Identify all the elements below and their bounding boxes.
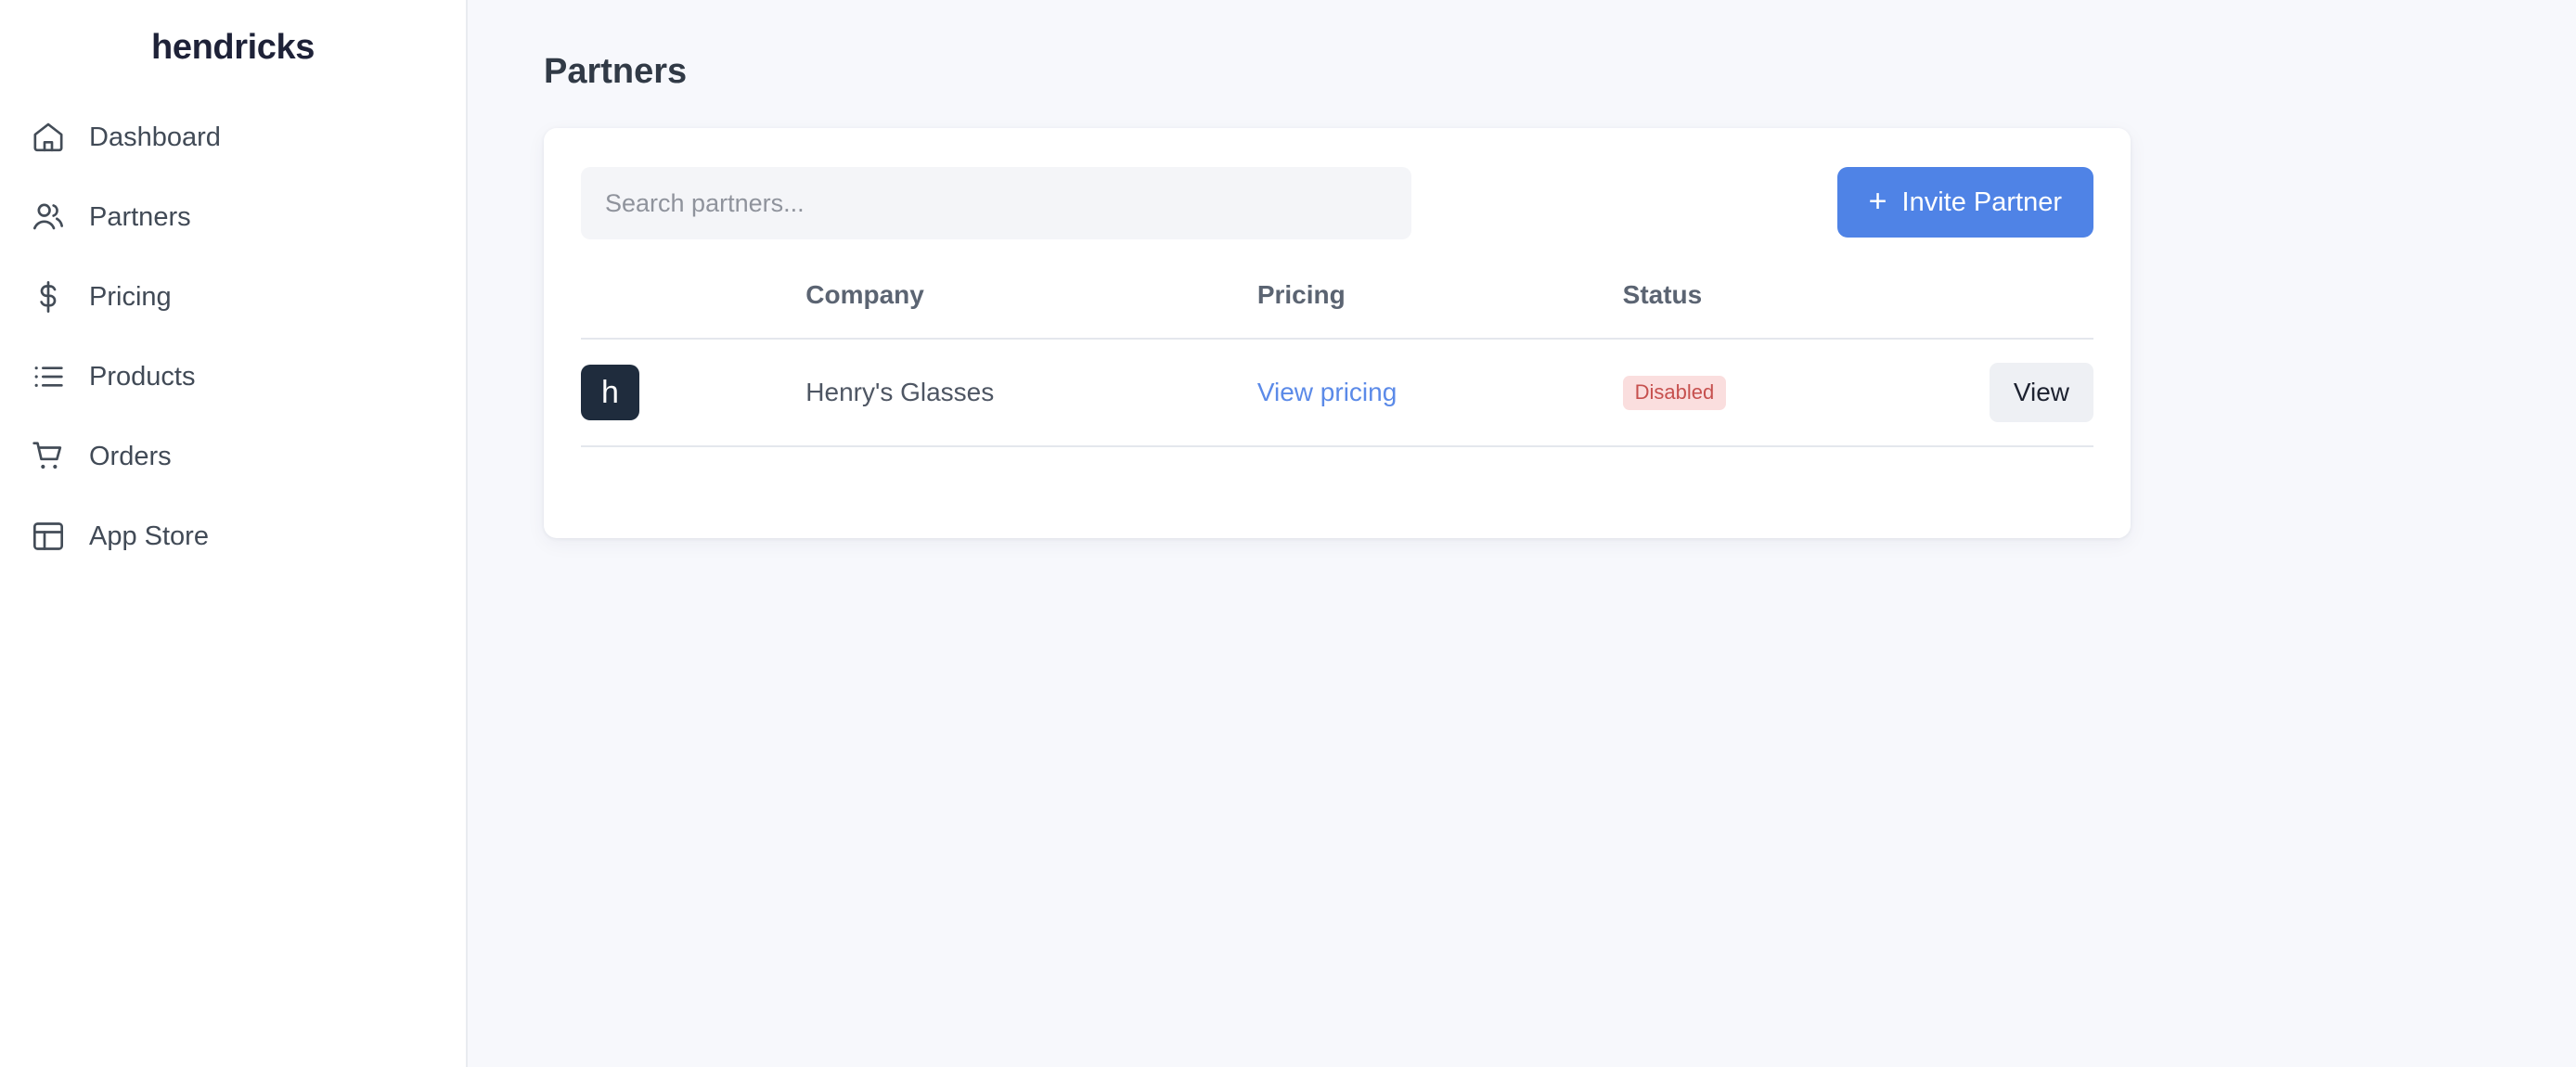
sidebar-item-partners[interactable]: Partners <box>28 190 466 244</box>
cell-avatar: h <box>581 339 805 446</box>
avatar-initial: h <box>601 377 619 408</box>
list-icon <box>28 356 69 397</box>
shopping-cart-icon <box>28 436 69 477</box>
dollar-sign-icon <box>28 276 69 317</box>
sidebar-item-dashboard[interactable]: Dashboard <box>28 110 466 164</box>
sidebar-item-label: Orders <box>89 444 172 470</box>
table-body: h Henry's Glasses View pricing Disabled <box>581 339 2093 446</box>
company-name: Henry's Glasses <box>805 378 994 406</box>
brand-logo: hendricks <box>0 28 466 110</box>
cell-company: Henry's Glasses <box>805 339 1257 446</box>
column-header-status: Status <box>1623 280 1990 339</box>
table-row: h Henry's Glasses View pricing Disabled <box>581 339 2093 446</box>
view-button[interactable]: View <box>1990 363 2093 422</box>
partners-table: Company Pricing Status h <box>581 280 2093 447</box>
column-header-pricing: Pricing <box>1257 280 1623 339</box>
sidebar-item-label: Partners <box>89 204 191 231</box>
partners-toolbar: + Invite Partner <box>581 167 2093 239</box>
status-badge: Disabled <box>1623 376 1727 410</box>
sidebar-item-orders[interactable]: Orders <box>28 430 466 483</box>
house-icon <box>28 117 69 158</box>
users-icon <box>28 197 69 238</box>
cell-status: Disabled <box>1623 339 1990 446</box>
sidebar-nav: Dashboard Partners <box>0 110 466 563</box>
invite-partner-label: Invite Partner <box>1902 187 2062 218</box>
sidebar-item-label: Products <box>89 364 195 391</box>
column-header-action <box>1990 280 2093 339</box>
column-header-avatar <box>581 280 805 339</box>
sidebar-item-app-store[interactable]: App Store <box>28 509 466 563</box>
invite-partner-button[interactable]: + Invite Partner <box>1837 167 2093 238</box>
main-content: Partners + Invite Partner Company Pricin… <box>468 0 2576 1067</box>
app-root: hendricks Dashboard <box>0 0 2576 1067</box>
page-title: Partners <box>544 54 2131 89</box>
sidebar-item-products[interactable]: Products <box>28 350 466 404</box>
column-header-company: Company <box>805 280 1257 339</box>
sidebar-item-label: Pricing <box>89 284 172 311</box>
view-pricing-link[interactable]: View pricing <box>1257 378 1397 406</box>
avatar: h <box>581 365 639 420</box>
layout-icon <box>28 516 69 557</box>
sidebar-item-label: App Store <box>89 523 209 550</box>
sidebar: hendricks Dashboard <box>0 0 468 1067</box>
cell-pricing: View pricing <box>1257 339 1623 446</box>
sidebar-item-label: Dashboard <box>89 124 221 151</box>
plus-icon: + <box>1869 186 1887 217</box>
table-head: Company Pricing Status <box>581 280 2093 339</box>
partners-card: + Invite Partner Company Pricing Status <box>544 128 2131 538</box>
cell-action: View <box>1990 339 2093 446</box>
search-input[interactable] <box>581 167 1411 239</box>
table-header-row: Company Pricing Status <box>581 280 2093 339</box>
sidebar-item-pricing[interactable]: Pricing <box>28 270 466 324</box>
